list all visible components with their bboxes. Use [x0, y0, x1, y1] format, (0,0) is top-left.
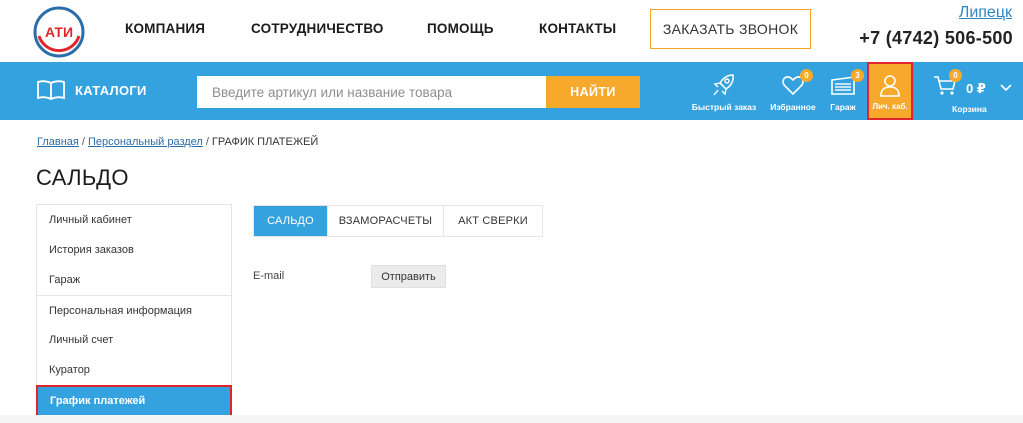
cart-count-badge: 0 [949, 69, 962, 82]
sidebar-item-personal-account[interactable]: Личный счет [37, 325, 231, 355]
cart-amount: 0 ₽ [966, 81, 986, 96]
catalogs-label: КАТАЛОГИ [75, 82, 147, 98]
garage-button[interactable]: 3 Гараж [826, 62, 864, 120]
sidebar-item-garage[interactable]: Гараж [37, 265, 231, 295]
top-header: АТИ КОМПАНИЯ СОТРУДНИЧЕСТВО ПОМОЩЬ КОНТА… [0, 0, 1023, 62]
favorites-count-badge: 0 [800, 69, 813, 82]
sidebar-item-order-history[interactable]: История заказов [37, 235, 231, 265]
nav-company[interactable]: КОМПАНИЯ [125, 21, 205, 36]
nav-cooperation[interactable]: СОТРУДНИЧЕСТВО [251, 21, 384, 36]
sidebar-item-payment-schedule[interactable]: График платежей [36, 385, 232, 417]
breadcrumb-current: ГРАФИК ПЛАТЕЖЕЙ [211, 136, 319, 148]
city-link[interactable]: Липецк [959, 4, 1012, 22]
nav-contacts[interactable]: КОНТАКТЫ [539, 21, 616, 36]
tabs: САЛЬДО ВЗАМОРАСЧЕТЫ АКТ СВЕРКИ [253, 205, 543, 237]
garage-label: Гараж [830, 102, 856, 112]
breadcrumb: Главная / Персональный раздел / ГРАФИК ПЛАТЕ… [37, 136, 319, 148]
sidebar-item-account[interactable]: Личный кабинет [37, 205, 231, 235]
logo-text: АТИ [45, 24, 73, 40]
sidebar-item-personal-info[interactable]: Персональная информация [37, 295, 231, 325]
footer-strip [0, 415, 1023, 423]
tab-settlements[interactable]: ВЗАМОРАСЧЕТЫ [328, 206, 444, 236]
page-title: САЛЬДО [36, 165, 129, 190]
catalogs-button[interactable]: КАТАЛОГИ [36, 79, 147, 101]
email-label: E-mail [253, 270, 285, 282]
breadcrumb-personal-section[interactable]: Персональный раздел [88, 136, 203, 148]
order-call-button[interactable]: ЗАКАЗАТЬ ЗВОНОК [650, 9, 811, 49]
sidebar-item-curator[interactable]: Куратор [37, 355, 231, 385]
favorites-label: Избранное [770, 102, 816, 112]
tab-saldo[interactable]: САЛЬДО [254, 206, 328, 236]
search-input[interactable] [197, 76, 547, 108]
book-icon [37, 80, 65, 100]
quick-order-button[interactable]: Быстрый заказ [692, 62, 756, 120]
account-sidebar: Личный кабинет История заказов Гараж Пер… [36, 204, 232, 417]
favorites-button[interactable]: 0 Избранное [767, 62, 819, 120]
account-label: Лич. каб. [872, 102, 908, 111]
phone-number[interactable]: +7 (4742) 506-500 [859, 28, 1013, 49]
cart-label: Корзина [952, 104, 987, 114]
nav-help[interactable]: ПОМОЩЬ [427, 21, 494, 36]
logo[interactable]: АТИ [33, 6, 85, 58]
garage-count-badge: 3 [851, 69, 864, 82]
rocket-icon [713, 74, 734, 96]
user-icon [880, 75, 900, 97]
send-button[interactable]: Отправить [371, 265, 446, 288]
quick-order-label: Быстрый заказ [691, 102, 757, 112]
search-button[interactable]: НАЙТИ [546, 76, 640, 108]
chevron-down-icon[interactable] [1000, 84, 1012, 92]
breadcrumb-home[interactable]: Главная [37, 136, 79, 148]
tab-reconciliation[interactable]: АКТ СВЕРКИ [444, 206, 542, 236]
account-button[interactable]: Лич. каб. [867, 62, 913, 120]
